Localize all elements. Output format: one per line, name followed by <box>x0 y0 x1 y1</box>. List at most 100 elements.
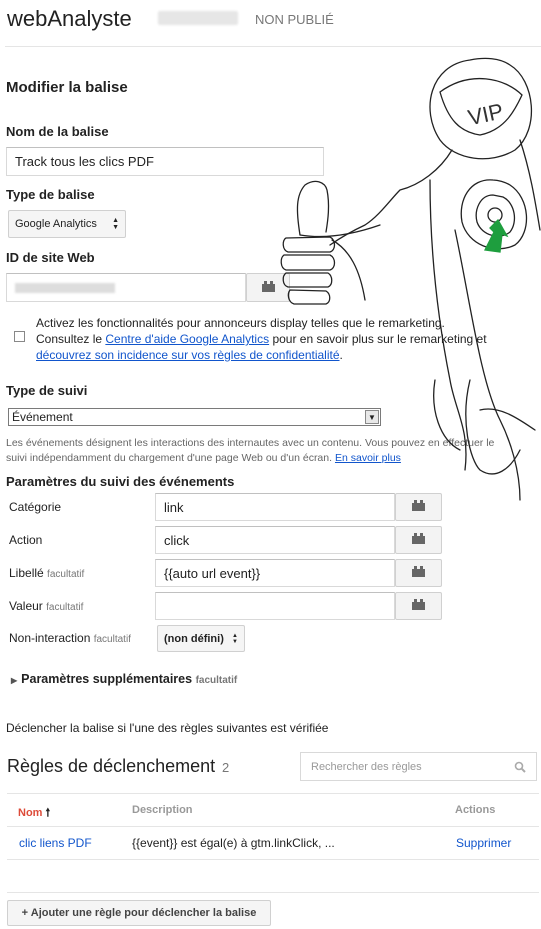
value-label-text: Valeur <box>9 599 43 613</box>
app-title: webAnalyste <box>7 6 132 31</box>
event-label-input[interactable]: {{auto url event}} <box>155 559 395 587</box>
value-variable-button[interactable] <box>395 592 442 620</box>
sort-arrow-icon: 🠕 <box>45 807 51 819</box>
tracking-type-label: Type de suivi <box>6 383 88 398</box>
column-header-name[interactable]: Nom 🠕 <box>18 804 50 823</box>
event-params-title: Paramètres du suivi des événements <box>6 474 235 489</box>
doodle-visor <box>439 78 523 136</box>
rules-search-input[interactable]: Rechercher des règles <box>300 752 537 781</box>
select-arrows-icon: ▲ ▼ <box>112 217 119 231</box>
display-features-period: . <box>339 348 343 362</box>
display-features-line1: Activez les fonctionnalités pour annonce… <box>36 316 445 330</box>
tag-type-select[interactable]: Google Analytics ▲ ▼ <box>8 210 126 238</box>
site-id-input[interactable] <box>6 273 246 302</box>
tracking-help-line2: suivi indépendamment du chargement d'une… <box>6 451 536 466</box>
doodle-thumb <box>296 180 330 236</box>
doodle-fist-3 <box>282 272 333 288</box>
noninteraction-select[interactable]: (non défini) ▲ ▼ <box>157 625 245 652</box>
doodle-helmet-text: VIP <box>466 98 506 130</box>
doodle-arm <box>299 224 381 238</box>
tracking-help-line2-text: suivi indépendamment du chargement d'une… <box>6 452 333 464</box>
doodle-wrist <box>331 239 366 301</box>
tag-name-label: Nom de la balise <box>6 124 109 139</box>
privacy-impact-link[interactable]: découvrez son incidence sur vos règles d… <box>36 348 340 362</box>
display-features-line3: découvrez son incidence sur vos règles d… <box>36 347 541 363</box>
table-top-border <box>7 793 539 794</box>
column-header-actions: Actions <box>455 804 496 816</box>
table-bottom-border <box>7 892 539 893</box>
tag-name-input[interactable]: Track tous les clics PDF <box>6 147 324 176</box>
event-label-text: Libellé <box>9 566 44 580</box>
rules-title: Règles de déclenchement <box>7 756 216 776</box>
doodle-fist <box>282 236 336 253</box>
value-input[interactable] <box>155 592 395 620</box>
dropdown-arrow-icon: ▼ <box>365 410 379 424</box>
tag-type-value: Google Analytics <box>15 218 97 230</box>
site-id-variable-button[interactable] <box>246 273 290 302</box>
help-center-link[interactable]: Centre d'aide Google Analytics <box>105 332 269 346</box>
doodle-body <box>329 149 453 246</box>
tracking-type-value: Événement <box>12 410 73 424</box>
category-variable-button[interactable] <box>395 493 442 521</box>
more-params-label: Paramètres supplémentaires <box>21 672 193 686</box>
optional-tag: facultatif <box>47 569 85 580</box>
category-value: link <box>164 499 184 515</box>
tag-name-value: Track tous les clics PDF <box>15 154 154 169</box>
action-variable-button[interactable] <box>395 526 442 554</box>
action-value: click <box>164 532 190 548</box>
doodle-fist-2 <box>280 254 336 271</box>
tracking-help-text: Les événements désignent les interaction… <box>6 436 536 466</box>
more-params-toggle[interactable]: ▶ Paramètres supplémentaires facultatif <box>11 672 237 686</box>
add-rule-button[interactable]: + Ajouter une règle pour déclencher la b… <box>7 900 271 926</box>
noninteraction-label: Non-interaction facultatif <box>9 631 131 645</box>
noninteraction-value: (non défini) <box>164 632 224 645</box>
select-arrows-icon: ▲ ▼ <box>232 632 238 645</box>
doodle-head <box>429 57 533 160</box>
noninteraction-label-text: Non-interaction <box>9 631 91 645</box>
publish-status: NON PUBLIÉ <box>255 12 334 27</box>
site-id-redacted <box>15 282 115 293</box>
display-features-checkbox[interactable] <box>14 331 25 342</box>
header-divider <box>5 46 541 47</box>
site-id-label: ID de site Web <box>6 250 95 265</box>
action-label: Action <box>9 533 43 547</box>
value-label: Valeur facultatif <box>9 599 83 613</box>
variable-brick-icon <box>261 280 275 292</box>
category-label: Catégorie <box>9 500 62 514</box>
optional-tag: facultatif <box>195 675 238 686</box>
rule-name-link[interactable]: clic liens PDF <box>19 836 92 850</box>
column-header-description: Description <box>132 804 193 816</box>
doodle-body-right <box>519 139 541 231</box>
display-features-text: Activez les fonctionnalités pour annonce… <box>36 315 541 363</box>
triangle-right-icon: ▶ <box>11 676 18 685</box>
doodle-emblem-mid <box>475 194 516 237</box>
optional-tag: facultatif <box>93 634 131 645</box>
display-features-post: pour en savoir plus sur le remarketing e… <box>269 332 487 346</box>
doodle-green-arrow <box>484 218 509 253</box>
action-input[interactable]: click <box>155 526 395 554</box>
rule-delete-link[interactable]: Supprimer <box>456 836 511 850</box>
display-features-pre: Consultez le <box>36 332 106 346</box>
doodle-emblem-outer <box>460 179 528 250</box>
event-label-variable-button[interactable] <box>395 559 442 587</box>
column-name-label: Nom <box>18 807 43 819</box>
doodle-leg-2 <box>479 408 536 431</box>
doodle-emblem-inner <box>487 207 503 223</box>
rules-search-placeholder: Rechercher des règles <box>311 760 422 773</box>
page-title: Modifier la balise <box>6 79 128 96</box>
tag-type-label: Type de balise <box>6 187 95 202</box>
doodle-fist-4 <box>287 289 331 305</box>
rules-count: 2 <box>222 760 230 775</box>
fire-rule-text: Déclencher la balise si l'une des règles… <box>6 721 329 735</box>
category-input[interactable]: link <box>155 493 395 521</box>
display-features-line2: Consultez le Centre d'aide Google Analyt… <box>36 331 541 347</box>
learn-more-link[interactable]: En savoir plus <box>335 452 401 464</box>
header-row-border <box>7 826 539 827</box>
event-label-value: {{auto url event}} <box>164 565 261 581</box>
variable-brick-icon <box>412 599 425 610</box>
tracking-type-select[interactable]: Événement ▼ <box>8 408 381 426</box>
variable-brick-icon <box>412 566 425 577</box>
search-icon <box>514 761 526 773</box>
row-border <box>7 859 539 860</box>
variable-brick-icon <box>412 500 425 511</box>
